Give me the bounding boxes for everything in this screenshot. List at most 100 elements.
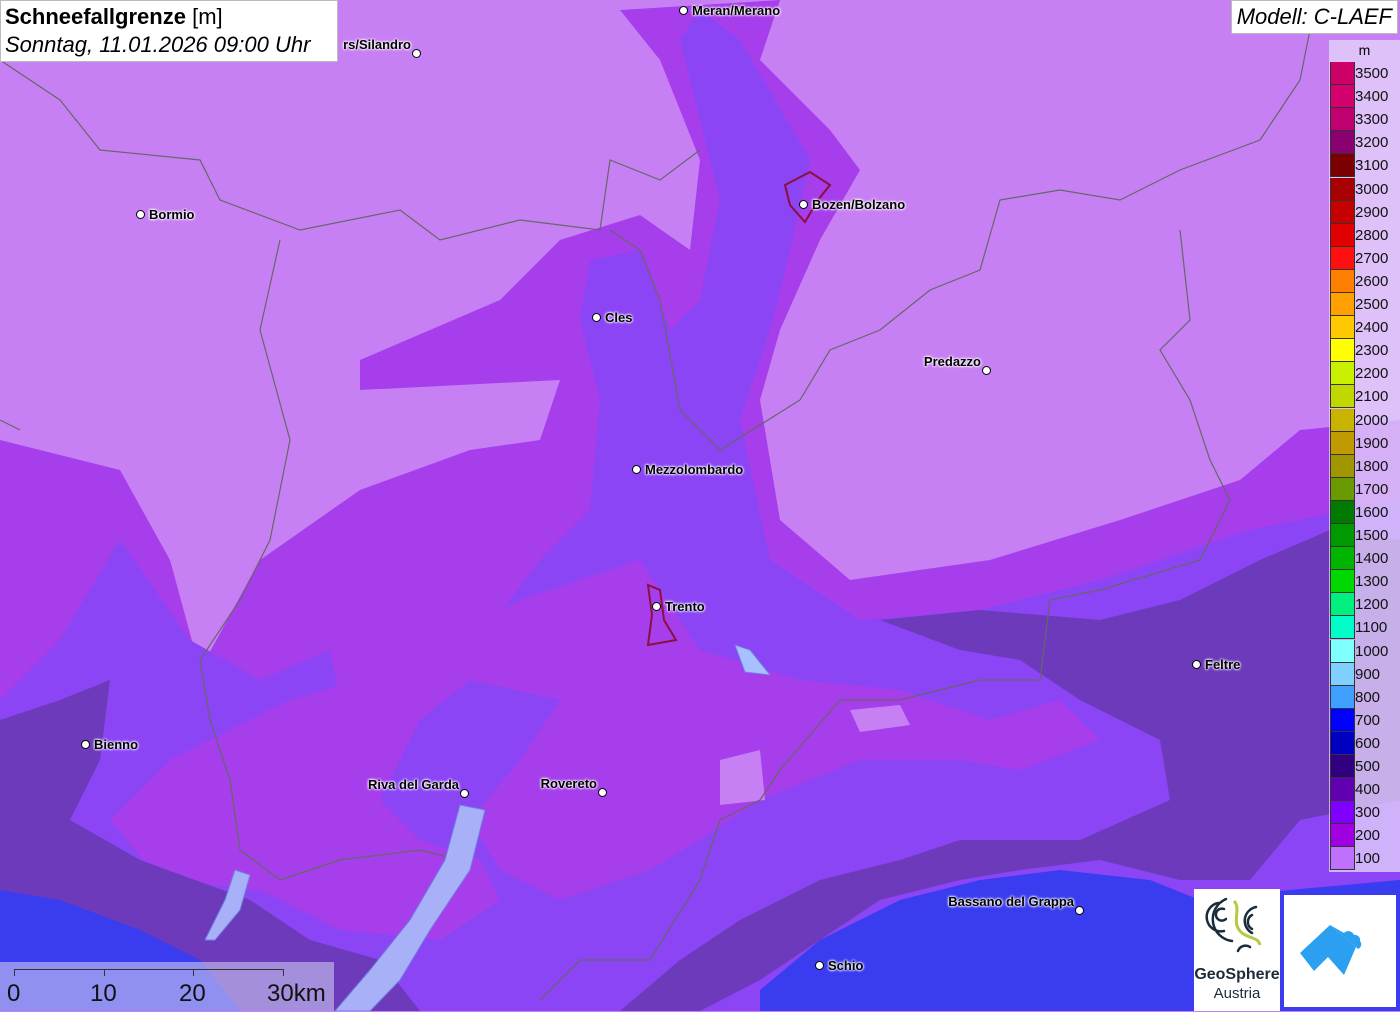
legend-label: 400 <box>1355 781 1381 799</box>
legend-entry: 1100 <box>1330 616 1400 640</box>
legend-label: 3100 <box>1355 157 1389 175</box>
title-box: Schneefallgrenze [m] Sonntag, 11.01.2026… <box>0 0 338 62</box>
legend-swatch <box>1330 200 1355 224</box>
city-marker-icon[interactable] <box>136 210 145 219</box>
snowfall-line-map[interactable] <box>0 0 1400 1011</box>
city-marker-icon[interactable] <box>679 6 688 15</box>
legend-entry: 600 <box>1330 731 1400 755</box>
city-label[interactable]: rs/Silandro <box>343 37 411 52</box>
legend-entry: 2200 <box>1330 362 1400 386</box>
color-legend: m 3500 3400 3300 3200 3100 3000 2900 2800 2700 26… <box>1329 40 1400 872</box>
legend-label: 2400 <box>1355 319 1389 337</box>
legend-label: 2200 <box>1355 365 1389 383</box>
legend-unit: m <box>1358 42 1371 58</box>
city-label[interactable]: Bormio <box>149 207 195 222</box>
legend-swatch <box>1330 177 1355 201</box>
legend-swatch <box>1330 62 1355 85</box>
legend-swatch <box>1330 824 1355 848</box>
scale-label: 20 <box>179 980 206 1007</box>
legend-swatch <box>1330 269 1355 293</box>
legend-swatch <box>1330 500 1355 524</box>
scale-line <box>14 969 284 970</box>
legend-swatch <box>1330 454 1355 478</box>
legend-label: 3500 <box>1355 65 1389 82</box>
city-label[interactable]: Riva del Garda <box>368 777 459 792</box>
city-marker-icon[interactable] <box>1192 660 1201 669</box>
legend-entry: 100 <box>1330 847 1400 871</box>
city-marker-icon[interactable] <box>799 200 808 209</box>
legend-swatch <box>1330 570 1355 594</box>
city-marker-icon[interactable] <box>81 740 90 749</box>
legend-label: 1100 <box>1355 619 1388 637</box>
city-label[interactable]: Rovereto <box>541 776 597 791</box>
city-marker-icon[interactable] <box>632 465 641 474</box>
city-marker-icon[interactable] <box>1075 906 1084 915</box>
legend-entry: 1300 <box>1330 570 1400 594</box>
geosphere-logo[interactable]: GeoSphere Austria <box>1194 889 1280 1011</box>
legend-label: 700 <box>1355 711 1381 729</box>
legend-swatch <box>1330 731 1355 755</box>
geosphere-emblem-icon <box>1205 897 1262 953</box>
forecast-datetime: Sonntag, 11.01.2026 09:00 Uhr <box>5 32 311 57</box>
scale-label: 10 <box>90 980 117 1007</box>
legend-swatch <box>1330 385 1355 409</box>
legend-label: 800 <box>1355 688 1381 706</box>
city-label[interactable]: Mezzolombardo <box>645 462 743 477</box>
legend-label: 1600 <box>1355 503 1389 521</box>
legend-entry: 3200 <box>1330 131 1400 155</box>
city-label[interactable]: Bozen/Bolzano <box>812 197 905 212</box>
legend-entry: 1000 <box>1330 639 1400 663</box>
legend-entry: 1400 <box>1330 547 1400 571</box>
scale-label: 30km <box>267 980 326 1007</box>
legend-entry: 2900 <box>1330 200 1400 224</box>
legend-entry: 2300 <box>1330 339 1400 363</box>
legend-label: 2800 <box>1355 226 1389 244</box>
legend-swatch <box>1330 85 1355 109</box>
map-unit: [m] <box>192 4 223 29</box>
weather-app-logo[interactable] <box>1284 895 1396 1007</box>
legend-label: 2300 <box>1355 342 1389 360</box>
legend-label: 1200 <box>1355 596 1389 614</box>
geosphere-name: GeoSphere <box>1194 966 1280 983</box>
legend-entry: 500 <box>1330 755 1400 778</box>
legend-entry: 2000 <box>1330 408 1400 432</box>
legend-label: 1500 <box>1355 527 1389 544</box>
legend-entry: 3500 <box>1330 62 1400 85</box>
legend-entry: 1200 <box>1330 593 1400 617</box>
city-label[interactable]: Feltre <box>1205 657 1240 672</box>
city-marker-icon[interactable] <box>815 961 824 970</box>
legend-swatch <box>1330 778 1355 802</box>
city-label[interactable]: Bienno <box>94 737 138 752</box>
legend-label: 900 <box>1355 665 1381 683</box>
legend-entry: 3000 <box>1330 177 1400 201</box>
legend-swatch <box>1330 154 1355 178</box>
legend-label: 2900 <box>1355 203 1389 221</box>
legend-entry: 2600 <box>1330 269 1400 293</box>
city-label[interactable]: Schio <box>828 958 863 973</box>
city-marker-icon[interactable] <box>592 313 601 322</box>
legend-entry: 1700 <box>1330 477 1400 501</box>
legend-entry: 700 <box>1330 708 1400 732</box>
city-marker-icon[interactable] <box>460 789 469 798</box>
legend-label: 1900 <box>1355 434 1389 452</box>
legend-entry: 900 <box>1330 662 1400 686</box>
city-label[interactable]: Cles <box>605 310 632 325</box>
city-label[interactable]: Bassano del Grappa <box>948 894 1074 909</box>
city-marker-icon[interactable] <box>982 366 991 375</box>
legend-label: 3000 <box>1355 180 1389 198</box>
legend-entry: 3300 <box>1330 108 1400 132</box>
city-marker-icon[interactable] <box>652 602 661 611</box>
legend-swatch <box>1330 246 1355 270</box>
city-marker-icon[interactable] <box>598 788 607 797</box>
legend-entry: 2400 <box>1330 316 1400 340</box>
legend-swatch <box>1330 801 1355 825</box>
city-label[interactable]: Predazzo <box>924 354 981 369</box>
legend-swatch <box>1330 477 1355 501</box>
legend-label: 300 <box>1355 804 1381 822</box>
legend-label: 1700 <box>1355 480 1389 498</box>
legend-swatch <box>1330 616 1355 640</box>
city-label[interactable]: Meran/Merano <box>692 3 780 18</box>
city-marker-icon[interactable] <box>412 49 421 58</box>
city-label[interactable]: Trento <box>665 599 705 614</box>
scale-label: 0 <box>7 980 21 1007</box>
